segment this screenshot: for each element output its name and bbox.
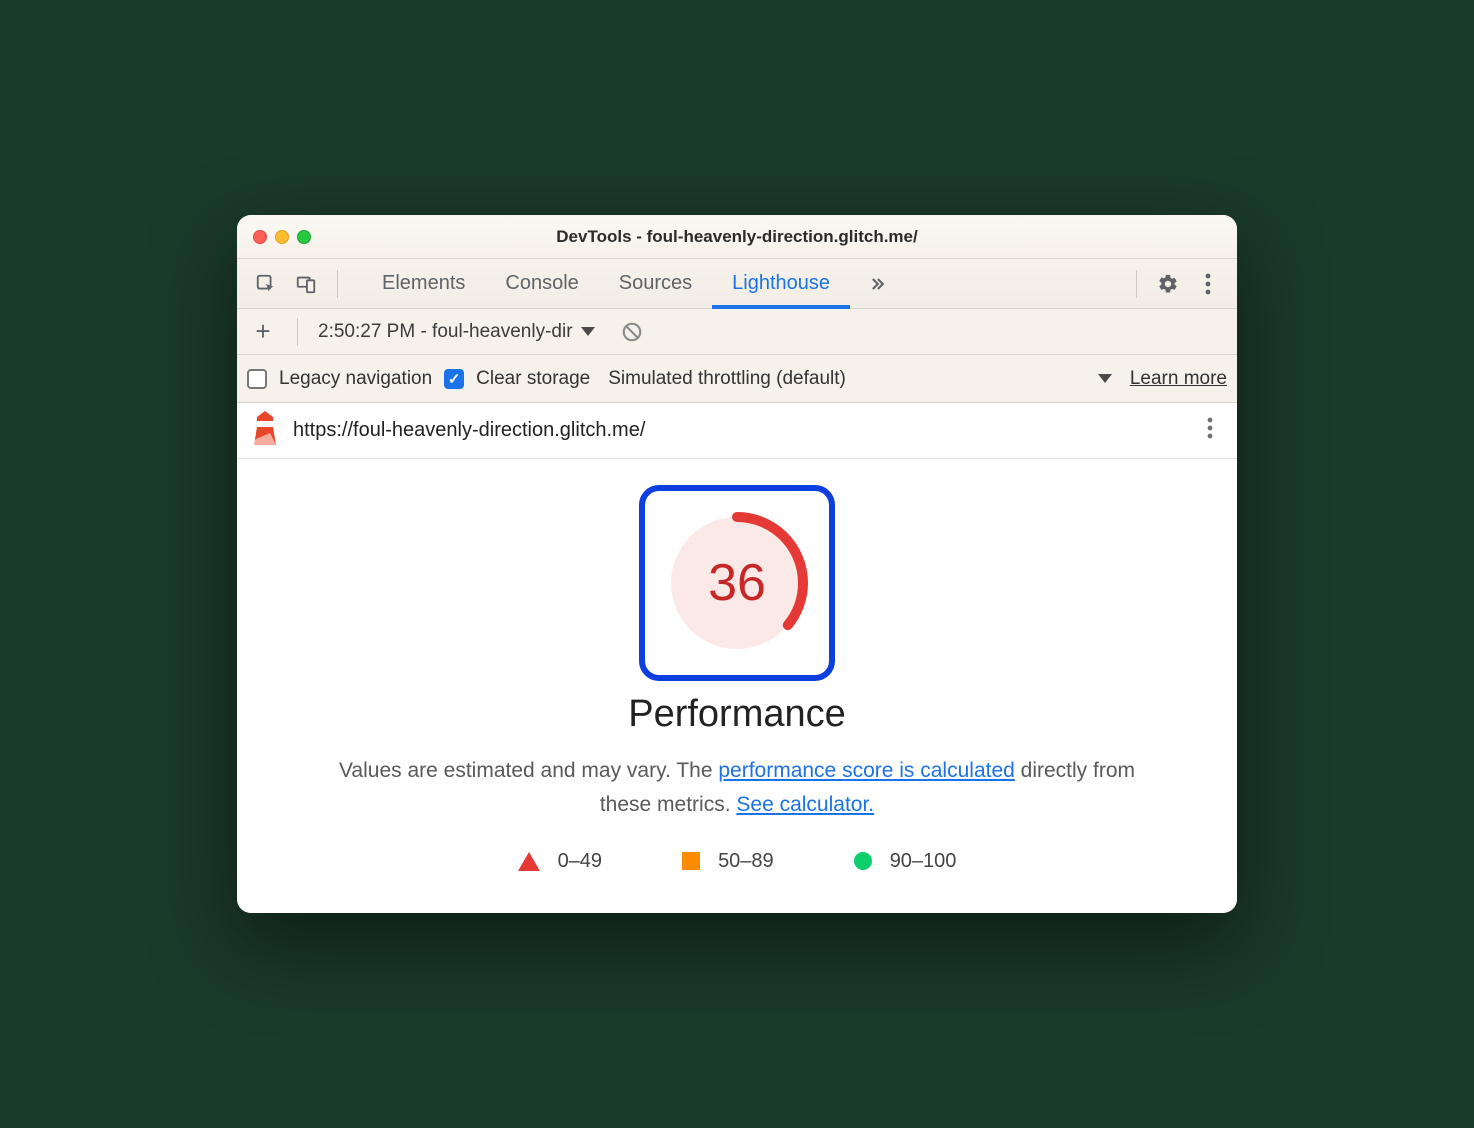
see-calculator-link[interactable]: See calculator.	[736, 793, 874, 816]
performance-gauge[interactable]: 36	[662, 508, 812, 658]
category-title: Performance	[237, 693, 1237, 736]
settings-gear-icon[interactable]	[1151, 267, 1185, 301]
throttling-label: Simulated throttling (default)	[608, 368, 846, 390]
report-url-row: https://foul-heavenly-direction.glitch.m…	[237, 403, 1237, 459]
inspect-element-icon[interactable]	[249, 267, 283, 301]
triangle-icon	[518, 852, 540, 871]
legend-avg-range: 50–89	[718, 850, 774, 873]
report-selector[interactable]: 2:50:27 PM - foul-heavenly-dir	[318, 321, 595, 343]
lighthouse-subbar: + 2:50:27 PM - foul-heavenly-dir	[237, 309, 1237, 355]
desc-text: Values are estimated and may vary. The	[339, 759, 718, 782]
tab-lighthouse[interactable]: Lighthouse	[712, 259, 850, 309]
legend-average: 50–89	[682, 850, 774, 873]
panel-tabs: Elements Console Sources Lighthouse	[362, 259, 1122, 309]
tab-sources[interactable]: Sources	[599, 259, 712, 309]
report-menu-icon[interactable]	[1197, 411, 1223, 450]
score-gauge-highlight: 36	[639, 485, 835, 681]
learn-more-link[interactable]: Learn more	[1130, 368, 1227, 390]
clear-storage-checkbox[interactable]	[444, 369, 464, 389]
report-selector-label: 2:50:27 PM - foul-heavenly-dir	[318, 321, 573, 343]
legend-fail: 0–49	[518, 850, 603, 873]
separator	[297, 318, 298, 346]
legend-fail-range: 0–49	[558, 850, 603, 873]
tested-url: https://foul-heavenly-direction.glitch.m…	[293, 419, 1183, 442]
kebab-menu-icon[interactable]	[1191, 267, 1225, 301]
throttling-selector[interactable]: Simulated throttling (default)	[608, 368, 846, 390]
report-body: 36 Performance Values are estimated and …	[237, 459, 1237, 912]
device-toolbar-icon[interactable]	[289, 267, 323, 301]
score-description: Values are estimated and may vary. The p…	[327, 754, 1147, 821]
legacy-navigation-label: Legacy navigation	[279, 368, 432, 390]
devtools-window: DevTools - foul-heavenly-direction.glitc…	[237, 215, 1237, 912]
new-report-button[interactable]: +	[249, 316, 277, 347]
clear-report-icon[interactable]	[615, 315, 649, 349]
legacy-navigation-checkbox[interactable]	[247, 369, 267, 389]
chevron-down-icon[interactable]	[1098, 374, 1112, 383]
separator	[337, 270, 338, 298]
legend-pass: 90–100	[854, 850, 957, 873]
score-calc-link[interactable]: performance score is calculated	[718, 759, 1014, 782]
main-toolbar: Elements Console Sources Lighthouse	[237, 259, 1237, 309]
more-tabs-icon[interactable]	[860, 267, 894, 301]
tab-console[interactable]: Console	[485, 259, 598, 309]
options-bar: Legacy navigation Clear storage Simulate…	[237, 355, 1237, 403]
tab-elements[interactable]: Elements	[362, 259, 485, 309]
titlebar: DevTools - foul-heavenly-direction.glitc…	[237, 215, 1237, 259]
circle-icon	[854, 852, 872, 870]
lighthouse-icon	[251, 411, 279, 450]
chevron-down-icon	[581, 327, 595, 336]
performance-score: 36	[662, 508, 812, 658]
score-legend: 0–49 50–89 90–100	[237, 850, 1237, 873]
window-title: DevTools - foul-heavenly-direction.glitc…	[237, 227, 1237, 247]
separator	[1136, 270, 1137, 298]
legend-pass-range: 90–100	[890, 850, 957, 873]
square-icon	[682, 852, 700, 870]
clear-storage-label: Clear storage	[476, 368, 590, 390]
